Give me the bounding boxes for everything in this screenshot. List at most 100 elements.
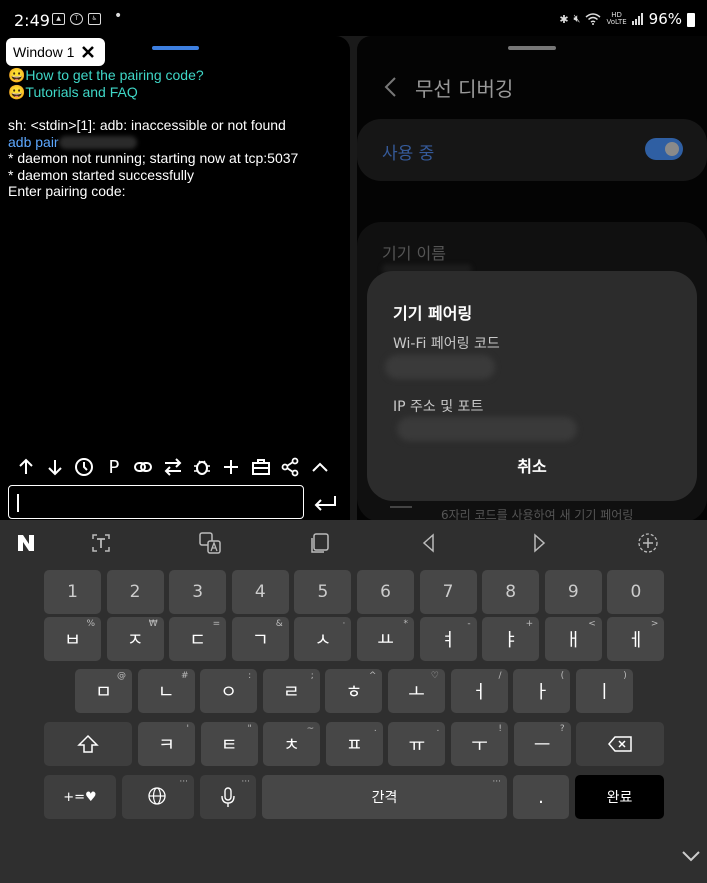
clipboard-icon[interactable] (308, 530, 332, 556)
key[interactable]: 2 (106, 570, 164, 614)
back-icon[interactable] (383, 76, 397, 98)
key[interactable]: ㅏ( (513, 669, 571, 713)
symbols-key[interactable]: +=♥ (44, 775, 116, 819)
ip-port-label: IP 주소 및 포트 (393, 399, 484, 415)
key[interactable]: ㅓ / (450, 669, 508, 713)
voice-key[interactable]: ··· (200, 775, 256, 819)
window-drag-handle[interactable] (152, 46, 199, 50)
close-icon[interactable] (80, 44, 96, 60)
battery-icon (687, 13, 695, 27)
terminal-toolbar: P (11, 455, 334, 479)
p-icon[interactable]: P (99, 455, 128, 479)
link-icon[interactable] (129, 455, 158, 479)
text-format-icon[interactable] (89, 530, 113, 556)
key[interactable]: 6 (357, 570, 414, 614)
key[interactable]: ㅛ * (357, 617, 414, 661)
key-label: ㅕ (439, 630, 457, 651)
tutorials-link[interactable]: 😀Tutorials and FAQ (8, 84, 298, 101)
key[interactable]: 4 (231, 570, 289, 614)
naver-icon[interactable] (14, 530, 38, 556)
key-label: ㅣ (596, 682, 613, 703)
key-hint: ··· (492, 777, 501, 787)
key[interactable]: ㅣ) (575, 669, 633, 713)
accessibility-icon: ♿ (88, 13, 101, 25)
swap-icon[interactable] (158, 455, 187, 479)
window-drag-handle[interactable] (508, 46, 556, 50)
toggle-label: 사용 중 (382, 144, 435, 164)
key[interactable]: ㅅ · (294, 617, 352, 661)
key[interactable]: ㅗ ♡ (388, 669, 445, 713)
language-key[interactable]: ··· (122, 775, 194, 819)
key[interactable]: 7 (419, 570, 477, 614)
key[interactable]: ㅁ @ (75, 669, 132, 713)
cursor-right-icon[interactable] (527, 530, 551, 556)
wireless-debugging-toggle-row[interactable]: 사용 중 (357, 119, 707, 181)
key[interactable]: 8 (482, 570, 540, 614)
key[interactable]: 5 (294, 570, 352, 614)
chevron-down-icon[interactable] (681, 850, 701, 862)
key[interactable]: ㄴ # (137, 669, 195, 713)
key[interactable]: ㅋ ' (138, 722, 195, 766)
key-label: ㄱ (252, 630, 269, 651)
key[interactable]: ㅡ? (513, 722, 571, 766)
key[interactable]: ㅇ: (200, 669, 258, 713)
key[interactable]: ㅌ " (200, 722, 258, 766)
chevron-up-icon[interactable] (305, 455, 334, 479)
key-symbol-hint: ₩ (148, 619, 158, 629)
key[interactable]: ㅑ + (482, 617, 540, 661)
key[interactable]: ㅔ > (607, 617, 665, 661)
pairing-help-link[interactable]: 😀How to get the pairing code? (8, 67, 298, 84)
done-key[interactable]: 완료 (575, 775, 664, 819)
arrow-up-icon[interactable] (11, 455, 40, 479)
key-symbol-hint: . (436, 724, 440, 734)
key[interactable]: ㅈ ₩ (106, 617, 164, 661)
key-label: 2 (129, 582, 141, 602)
clock-icon[interactable] (70, 455, 99, 479)
shift-key[interactable] (44, 722, 132, 766)
more-tools-icon[interactable] (636, 530, 660, 556)
key[interactable]: ㅐ < (544, 617, 602, 661)
key-label: ㅇ (220, 682, 237, 703)
translate-icon[interactable] (198, 530, 222, 556)
window-tab-label: Window 1 (13, 44, 75, 60)
bug-icon[interactable] (187, 455, 216, 479)
enter-icon[interactable] (312, 494, 338, 512)
key[interactable]: ㅎ ^ (325, 669, 383, 713)
pair-with-code-item[interactable]: 6자리 코드를 사용하여 새 기기 페어링 (441, 506, 633, 520)
terminal-line: * daemon started successfully (8, 166, 194, 183)
key-label: 4 (254, 582, 266, 602)
key[interactable]: ㄱ & (231, 617, 289, 661)
key-symbol-hint: = (212, 619, 221, 629)
cursor-left-icon[interactable] (417, 530, 441, 556)
battery-percent: 96% (648, 10, 682, 28)
key[interactable]: 1 (44, 570, 101, 614)
arrow-down-icon[interactable] (40, 455, 69, 479)
plus-icon[interactable] (217, 455, 246, 479)
key[interactable]: ㄷ = (169, 617, 227, 661)
cancel-button[interactable]: 취소 (507, 453, 557, 476)
key[interactable]: ㅍ. (325, 722, 383, 766)
key[interactable]: ㅂ% (44, 617, 101, 661)
toolbox-icon[interactable] (246, 455, 275, 479)
pairing-code-input[interactable] (8, 485, 304, 519)
globe-icon (148, 787, 166, 805)
key[interactable]: ㅠ. (388, 722, 446, 766)
key[interactable]: ㅜ! (451, 722, 508, 766)
key[interactable]: ㄹ; (262, 669, 320, 713)
wireless-debugging-switch[interactable] (645, 138, 683, 160)
period-key[interactable]: . (513, 775, 569, 819)
window-tab[interactable]: Window 1 (6, 38, 105, 66)
microphone-icon (221, 787, 235, 807)
backspace-key[interactable] (576, 722, 664, 766)
key[interactable]: 9 (544, 570, 602, 614)
space-key[interactable]: 간격 ··· (262, 775, 507, 819)
key[interactable]: 3 (169, 570, 227, 614)
key[interactable]: ㅕ- (419, 617, 477, 661)
device-name-label: 기기 이름 (382, 244, 446, 263)
share-icon[interactable] (276, 455, 305, 479)
settings-window: 무선 디버깅 사용 중 기기 이름 6자리 코드를 사용하여 새 기기 페어링 … (357, 36, 707, 520)
key-label: ㅑ (502, 630, 519, 651)
key[interactable]: ㅊ ~ (263, 722, 321, 766)
more-notifications-dot: • (114, 8, 123, 24)
key[interactable]: 0 (607, 570, 665, 614)
